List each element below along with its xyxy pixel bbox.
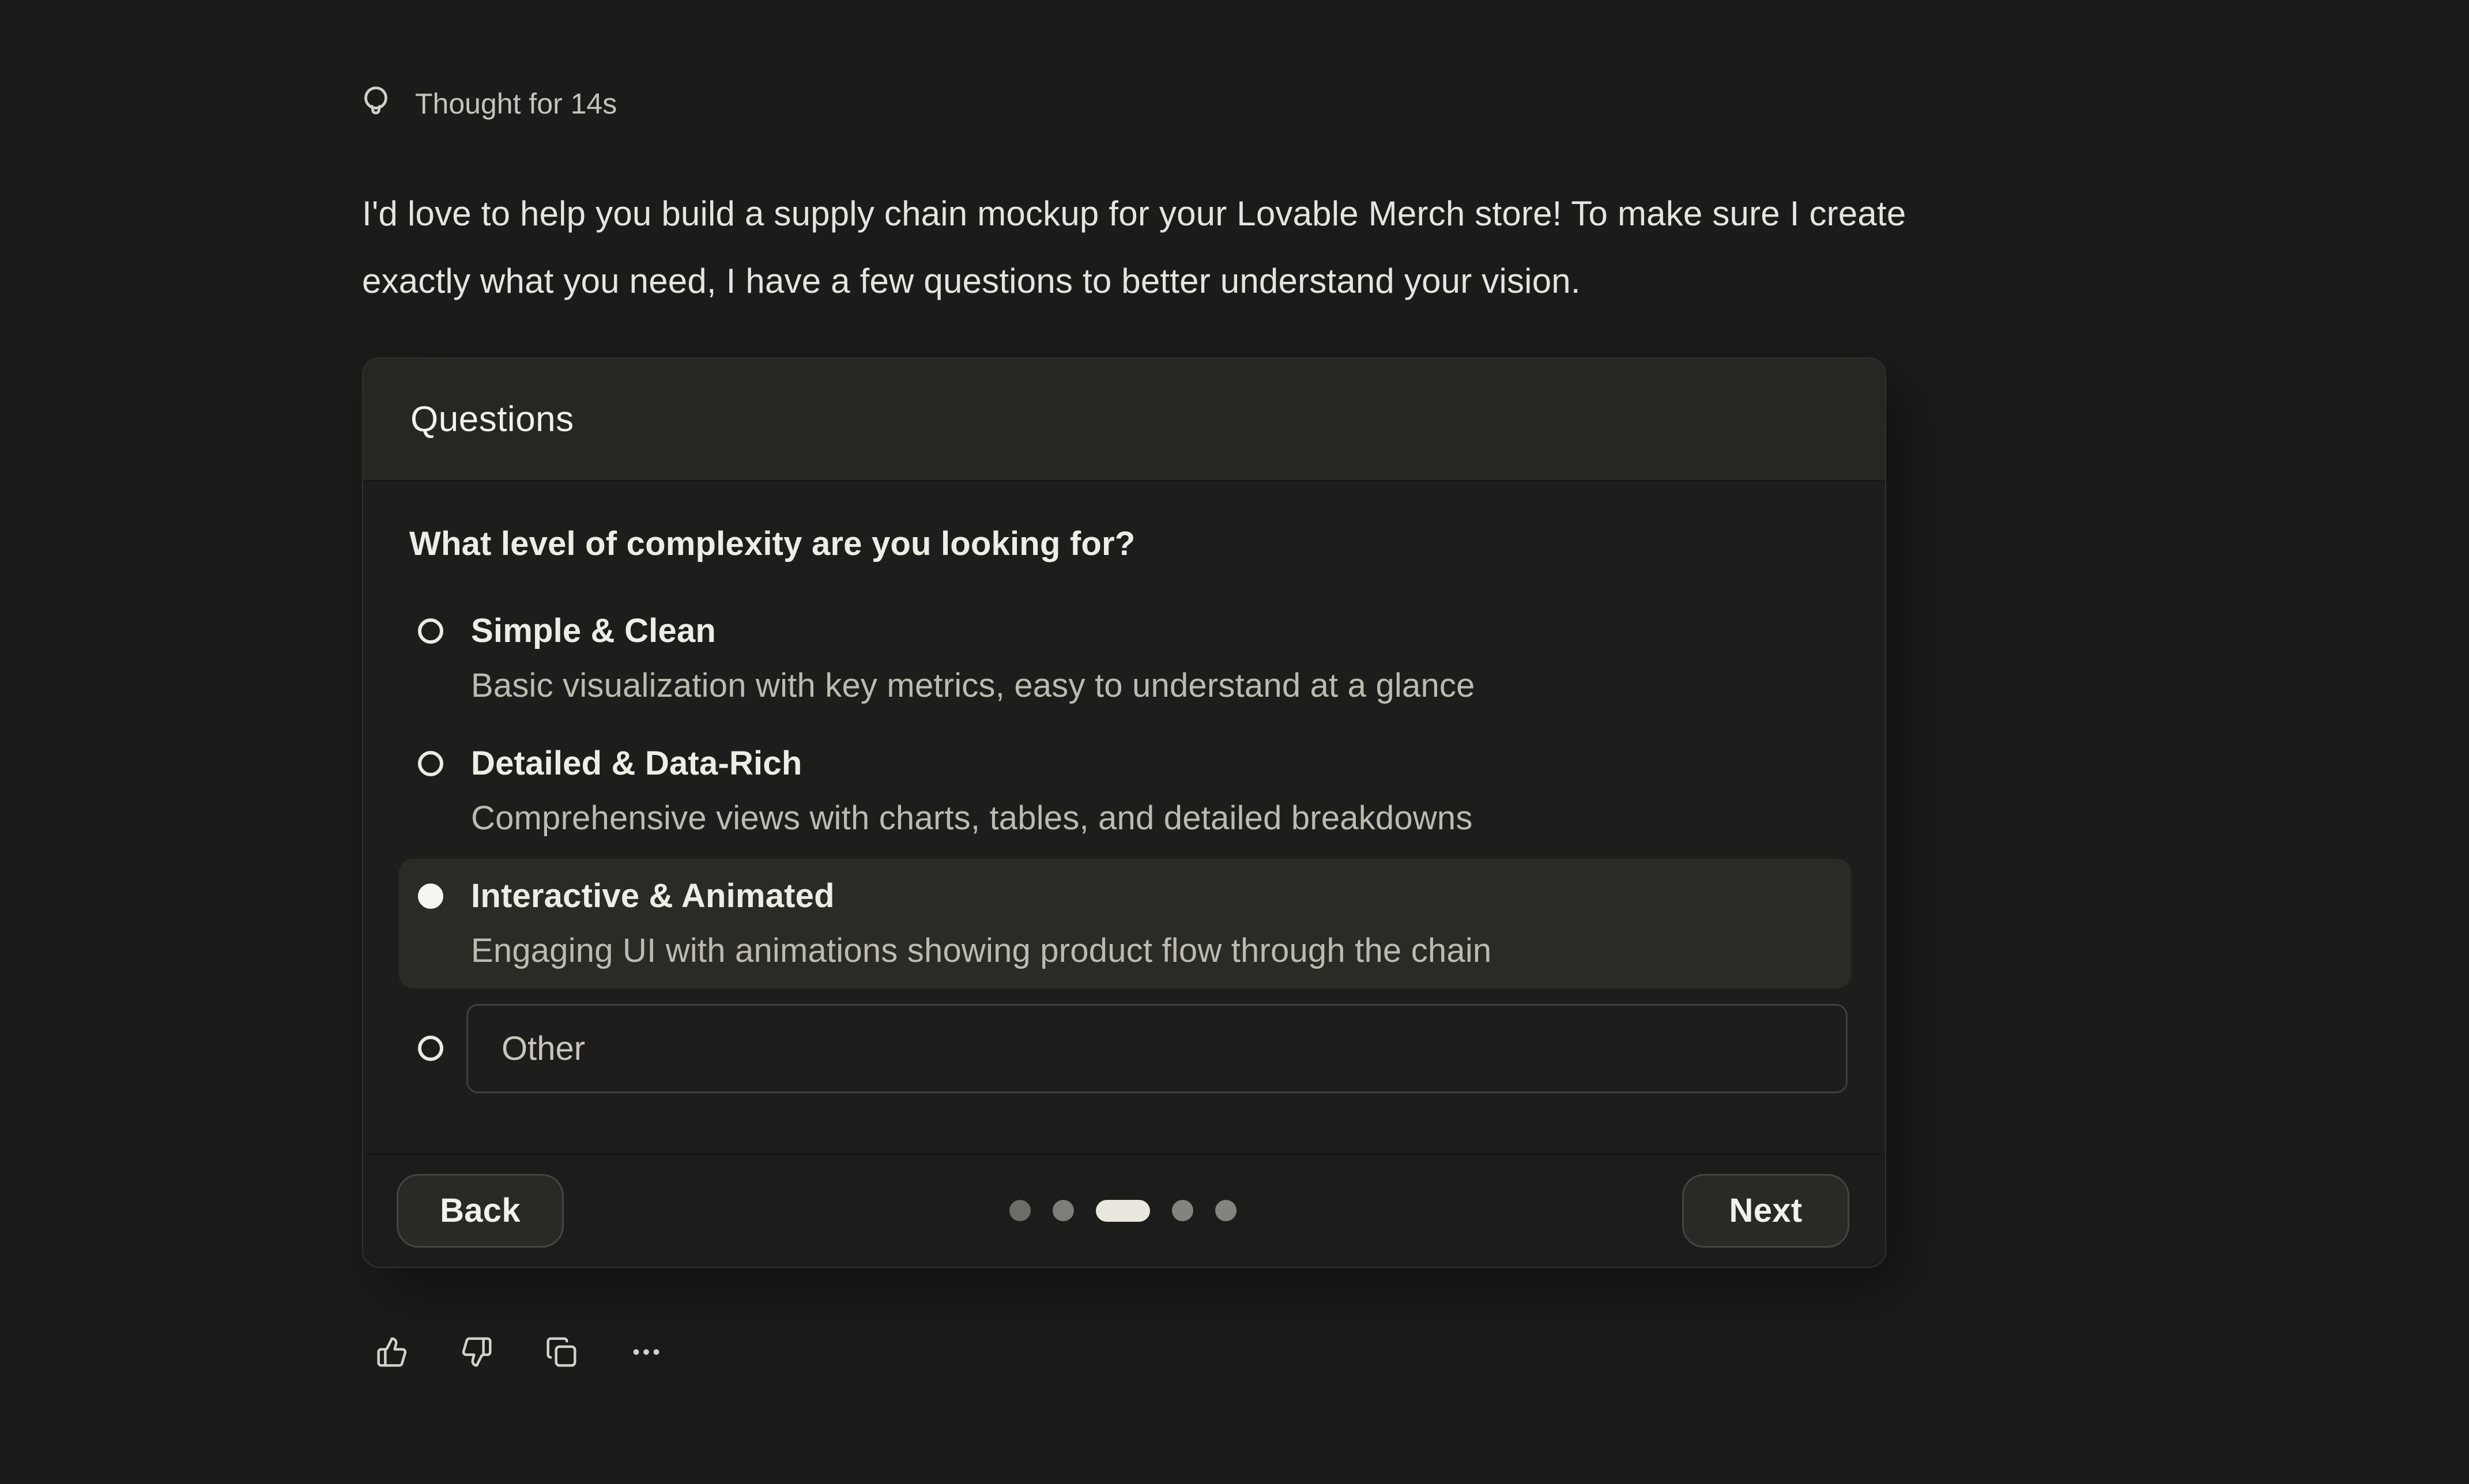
thumbs-down-icon — [461, 1336, 493, 1368]
assistant-message: I'd love to help you build a supply chai… — [362, 180, 1906, 315]
message-line: I'd love to help you build a supply chai… — [362, 180, 1906, 247]
thought-label: Thought for 14s — [415, 87, 617, 120]
pagination-dot — [1215, 1200, 1237, 1221]
card-title: Questions — [410, 399, 574, 440]
option-title: Detailed & Data-Rich — [471, 742, 1830, 785]
questions-card: Questions What level of complexity are y… — [362, 357, 1886, 1268]
thumbs-up-button[interactable] — [376, 1336, 408, 1368]
questions-card-header: Questions — [363, 358, 1885, 481]
thought-toggle[interactable]: Thought for 14s — [362, 85, 617, 122]
pagination-dot — [1053, 1200, 1074, 1221]
option-simple-clean[interactable]: Simple & Clean Basic visualization with … — [363, 610, 1885, 707]
option-description: Engaging UI with animations showing prod… — [471, 930, 1830, 972]
questions-card-body: What level of complexity are you looking… — [363, 481, 1885, 1153]
radio-unselected-icon[interactable] — [418, 618, 443, 644]
option-title: Interactive & Animated — [471, 875, 1830, 917]
next-button[interactable]: Next — [1682, 1174, 1849, 1248]
thumbs-down-button[interactable] — [461, 1336, 493, 1368]
question-text: What level of complexity are you looking… — [409, 524, 1839, 564]
option-other[interactable] — [363, 1004, 1885, 1093]
option-description: Basic visualization with key metrics, ea… — [471, 664, 1830, 707]
option-detailed-data-rich[interactable]: Detailed & Data-Rich Comprehensive views… — [363, 742, 1885, 840]
questions-card-footer: Back Next — [363, 1153, 1885, 1267]
message-actions — [376, 1336, 662, 1368]
more-options-icon — [630, 1336, 662, 1368]
lightbulb-icon — [362, 85, 390, 122]
option-title: Simple & Clean — [471, 610, 1830, 652]
chat-message-view: Thought for 14s I'd love to help you bui… — [0, 0, 2469, 1484]
other-option-input[interactable] — [466, 1004, 1848, 1093]
copy-button[interactable] — [545, 1336, 578, 1368]
radio-unselected-icon[interactable] — [418, 1036, 443, 1061]
pagination-dots — [1009, 1200, 1237, 1222]
pagination-dot — [1009, 1200, 1031, 1221]
option-interactive-animated[interactable]: Interactive & Animated Engaging UI with … — [399, 859, 1851, 988]
copy-icon — [545, 1336, 578, 1368]
pagination-dot — [1172, 1200, 1193, 1221]
radio-unselected-icon[interactable] — [418, 751, 443, 776]
pagination-dot-active — [1096, 1200, 1150, 1222]
thumbs-up-icon — [376, 1336, 408, 1368]
more-options-button[interactable] — [630, 1336, 662, 1368]
radio-selected-icon[interactable] — [418, 883, 443, 909]
option-description: Comprehensive views with charts, tables,… — [471, 797, 1830, 840]
back-button[interactable]: Back — [397, 1174, 564, 1248]
message-line: exactly what you need, I have a few ques… — [362, 247, 1906, 315]
